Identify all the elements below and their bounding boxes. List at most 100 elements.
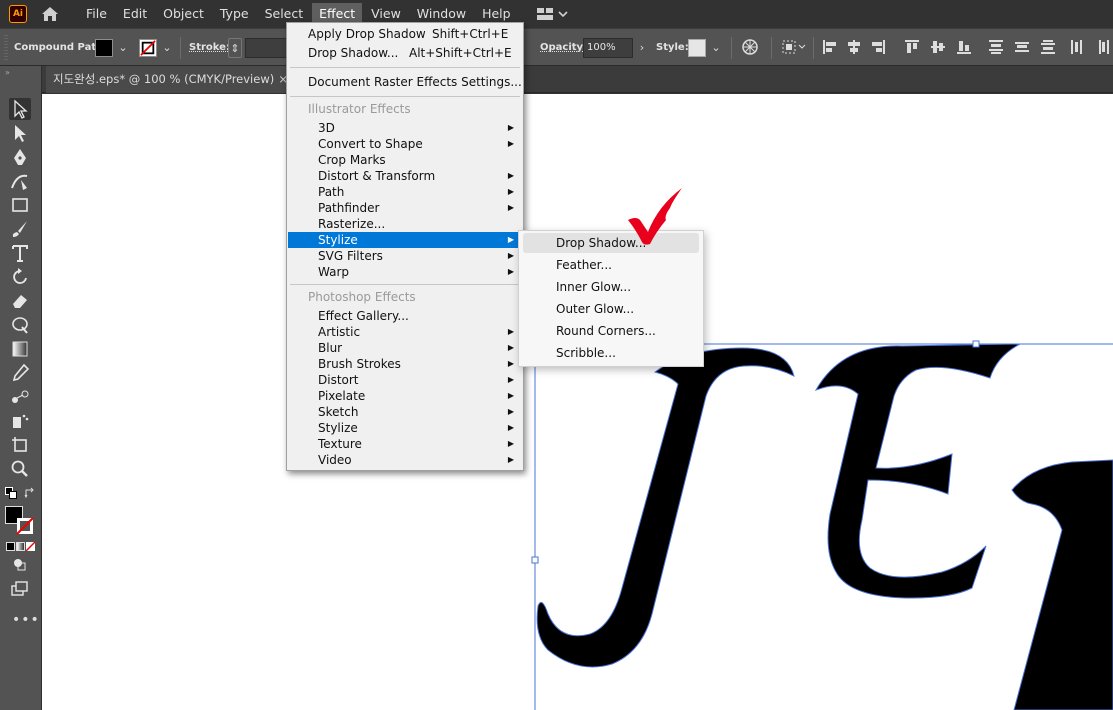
control-bar: Compound Path ⌄ ⌄ Stroke: ⇕ Opacity: 100… bbox=[0, 28, 1113, 66]
menu-separator bbox=[290, 67, 520, 68]
artboard-tool-icon[interactable] bbox=[9, 434, 31, 456]
stroke-weight-field[interactable] bbox=[245, 38, 287, 58]
tools-panel: » ••• bbox=[0, 66, 42, 710]
menu-item-ps-distort[interactable]: Distort ▶ bbox=[288, 372, 522, 388]
submenu-item-scribble[interactable]: Scribble... bbox=[523, 343, 699, 363]
pen-tool-icon[interactable] bbox=[9, 146, 31, 168]
menu-item-drop-shadow-last[interactable]: Drop Shadow... Alt+Shift+Ctrl+E bbox=[288, 45, 522, 61]
document-tab-strip: 지도완성.eps* @ 100 % (CMYK/Preview) × bbox=[42, 66, 1113, 93]
stroke-label[interactable]: Stroke: bbox=[189, 42, 230, 53]
direct-selection-tool-icon[interactable] bbox=[9, 122, 31, 144]
distribute-center-icon[interactable] bbox=[1014, 39, 1030, 55]
curvature-tool-icon[interactable] bbox=[9, 170, 31, 192]
align-left-icon[interactable] bbox=[822, 39, 838, 55]
stroke-dropdown-arrow[interactable]: ⌄ bbox=[160, 38, 174, 58]
eraser-tool-icon[interactable] bbox=[9, 290, 31, 312]
workspace-switcher[interactable] bbox=[536, 7, 568, 21]
menu-edit[interactable]: Edit bbox=[116, 3, 154, 25]
menu-item-ps-pixelate[interactable]: Pixelate ▶ bbox=[288, 388, 522, 404]
menu-item-apply-drop-shadow[interactable]: Apply Drop Shadow Shift+Ctrl+E bbox=[288, 26, 522, 42]
menu-item-ps-texture[interactable]: Texture ▶ bbox=[288, 436, 522, 452]
menu-item-distort-transform[interactable]: Distort & Transform ▶ bbox=[288, 168, 522, 184]
opacity-field[interactable]: 100% bbox=[583, 38, 633, 58]
panel-grip-icon[interactable] bbox=[3, 33, 9, 63]
edit-toolbar-icon[interactable]: ••• bbox=[12, 612, 40, 628]
align-top-icon[interactable] bbox=[904, 39, 920, 55]
warp-tool-icon[interactable] bbox=[9, 314, 31, 336]
submenu-item-outer-glow[interactable]: Outer Glow... bbox=[523, 299, 699, 319]
menu-item-svg-filters[interactable]: SVG Filters ▶ bbox=[288, 248, 522, 264]
menu-item-rasterize[interactable]: Rasterize... bbox=[288, 216, 522, 232]
menu-file[interactable]: File bbox=[79, 3, 114, 25]
artwork[interactable] bbox=[42, 94, 1113, 710]
menu-item-document-raster-effects-settings[interactable]: Document Raster Effects Settings... bbox=[288, 74, 522, 90]
submenu-arrow-icon: ▶ bbox=[507, 359, 514, 368]
recolor-artwork-icon[interactable] bbox=[742, 39, 758, 55]
menu-item-ps-stylize[interactable]: Stylize ▶ bbox=[288, 420, 522, 436]
symbol-sprayer-tool-icon[interactable] bbox=[9, 410, 31, 432]
selection-handle-left bbox=[531, 556, 539, 564]
gradient-tool-icon[interactable] bbox=[9, 338, 31, 360]
paintbrush-tool-icon[interactable] bbox=[9, 218, 31, 240]
rotate-tool-icon[interactable] bbox=[9, 266, 31, 288]
menu-type[interactable]: Type bbox=[213, 3, 256, 25]
stroke-weight-stepper[interactable]: ⇕ bbox=[228, 38, 242, 58]
menu-separator bbox=[290, 284, 520, 285]
swap-colors-icon[interactable] bbox=[24, 487, 36, 499]
color-mode-icon[interactable] bbox=[6, 542, 15, 551]
opacity-label[interactable]: Opacity: bbox=[540, 42, 587, 53]
style-dropdown-arrow[interactable]: ⌄ bbox=[709, 38, 723, 58]
menu-item-ps-effect-gallery[interactable]: Effect Gallery... bbox=[288, 308, 522, 324]
zoom-tool-icon[interactable] bbox=[9, 458, 31, 480]
submenu-item-inner-glow[interactable]: Inner Glow... bbox=[523, 277, 699, 297]
graphic-style-swatch[interactable] bbox=[688, 39, 706, 57]
eyedropper-tool-icon[interactable] bbox=[9, 362, 31, 384]
align-right-icon[interactable] bbox=[870, 39, 886, 55]
menu-item-ps-video[interactable]: Video ▶ bbox=[288, 452, 522, 468]
fill-dropdown-arrow[interactable]: ⌄ bbox=[116, 38, 130, 58]
menu-item-warp[interactable]: Warp ▶ bbox=[288, 264, 522, 280]
menu-item-ps-brush-strokes[interactable]: Brush Strokes ▶ bbox=[288, 356, 522, 372]
opacity-arrow[interactable]: › bbox=[635, 38, 649, 58]
distribute-bottom-icon[interactable] bbox=[1040, 39, 1056, 55]
draw-mode-icon[interactable] bbox=[9, 554, 31, 576]
home-icon[interactable] bbox=[39, 5, 61, 23]
align-bottom-icon[interactable] bbox=[956, 39, 972, 55]
selection-tool-icon[interactable] bbox=[9, 98, 31, 120]
none-mode-icon[interactable] bbox=[26, 542, 35, 551]
document-tab-title: 지도완성.eps* @ 100 % (CMYK/Preview) bbox=[53, 72, 275, 86]
distribute-top-icon[interactable] bbox=[988, 39, 1004, 55]
menu-item-convert-to-shape[interactable]: Convert to Shape ▶ bbox=[288, 136, 522, 152]
menu-item-ps-sketch[interactable]: Sketch ▶ bbox=[288, 404, 522, 420]
menu-separator bbox=[290, 96, 520, 97]
submenu-item-feather[interactable]: Feather... bbox=[523, 255, 699, 275]
align-vertical-center-icon[interactable] bbox=[930, 39, 946, 55]
default-colors-icon[interactable] bbox=[5, 487, 17, 499]
menu-item-stylize[interactable]: Stylize ▶ bbox=[288, 232, 522, 248]
document-tab[interactable]: 지도완성.eps* @ 100 % (CMYK/Preview) × bbox=[46, 66, 294, 93]
distribute-horizontal-center-icon[interactable] bbox=[1096, 39, 1112, 55]
submenu-item-round-corners[interactable]: Round Corners... bbox=[523, 321, 699, 341]
rectangle-tool-icon[interactable] bbox=[9, 194, 31, 216]
distribute-left-icon[interactable] bbox=[1070, 39, 1086, 55]
submenu-arrow-icon: ▶ bbox=[507, 327, 514, 336]
gradient-mode-icon[interactable] bbox=[16, 542, 25, 551]
collapse-panel-icon[interactable]: » bbox=[5, 68, 10, 77]
menu-item-ps-artistic[interactable]: Artistic ▶ bbox=[288, 324, 522, 340]
fill-swatch[interactable] bbox=[95, 39, 113, 57]
type-tool-icon[interactable] bbox=[9, 242, 31, 264]
stroke-color-box[interactable] bbox=[16, 517, 34, 535]
menu-object[interactable]: Object bbox=[156, 3, 211, 25]
artboard-canvas[interactable] bbox=[42, 94, 1113, 710]
stroke-none-swatch[interactable] bbox=[139, 39, 157, 57]
align-horizontal-center-icon[interactable] bbox=[846, 39, 862, 55]
blend-tool-icon[interactable] bbox=[9, 386, 31, 408]
menu-item-ps-blur[interactable]: Blur ▶ bbox=[288, 340, 522, 356]
screen-mode-icon[interactable] bbox=[9, 578, 31, 600]
menu-item-3d[interactable]: 3D ▶ bbox=[288, 120, 522, 136]
align-to-selection-icon[interactable] bbox=[782, 39, 806, 55]
menu-item-pathfinder[interactable]: Pathfinder ▶ bbox=[288, 200, 522, 216]
submenu-arrow-icon: ▶ bbox=[507, 375, 514, 384]
menu-item-crop-marks[interactable]: Crop Marks bbox=[288, 152, 522, 168]
menu-item-path[interactable]: Path ▶ bbox=[288, 184, 522, 200]
